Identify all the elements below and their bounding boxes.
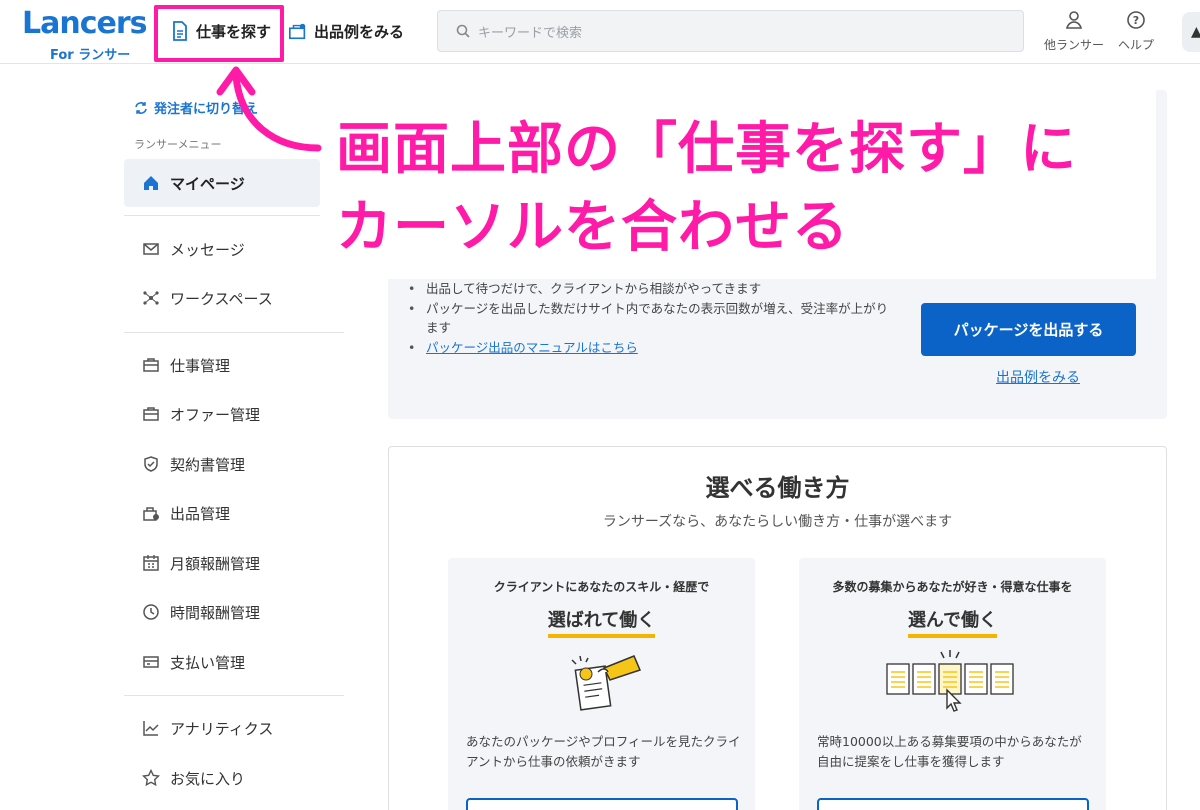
sidebar-item-contracts[interactable]: 契約書管理 xyxy=(142,452,245,476)
card-lead: クライアントにあなたのスキル・経歴で xyxy=(493,580,710,594)
other-lancer-button[interactable]: 他ランサー xyxy=(1044,10,1104,53)
briefcase-icon xyxy=(143,358,159,372)
search-placeholder: キーワードで検索 xyxy=(478,25,583,41)
lancers-logo[interactable]: Lancers For ランサー xyxy=(22,6,147,63)
help-icon: ? xyxy=(1127,11,1145,29)
user-icon xyxy=(1065,11,1083,29)
sidebar-item-listings[interactable]: 出品管理 xyxy=(142,501,230,525)
sidebar-item-hourly-pay[interactable]: 時間報酬管理 xyxy=(142,600,260,624)
card-lead: 多数の募集からあなたが好き・得意な仕事を xyxy=(832,580,1073,594)
nav-example-label: 出品例をみる xyxy=(314,22,405,41)
card-icon xyxy=(143,656,159,668)
sidebar-item-label: メッセージ xyxy=(170,240,245,259)
clock-icon xyxy=(143,604,159,620)
nav-listing-examples[interactable]: 出品例をみる xyxy=(288,10,404,52)
work-style-card-choose: 多数の募集からあなたが好き・得意な仕事を 選んで働く 常時10000以上ある募集… xyxy=(799,558,1106,810)
svg-text:?: ? xyxy=(1133,14,1139,27)
card-heading: 選んで働く xyxy=(799,606,1106,638)
package-bullets: 出品して待つだけで、クライアントから相談がやってきます パッケージを出品した数だ… xyxy=(408,279,896,358)
annotation-text: カーソルを合わせる xyxy=(336,195,849,260)
sidebar-divider xyxy=(124,332,344,333)
help-label: ヘルプ xyxy=(1118,38,1155,52)
listing-example-link[interactable]: 出品例をみる xyxy=(996,367,1080,387)
work-style-card-chosen: クライアントにあなたのスキル・経歴で 選ばれて働く あなたのパッケージやプロフィ… xyxy=(448,558,755,810)
calendar-icon xyxy=(143,555,159,571)
shop-bag-icon xyxy=(288,20,308,42)
sidebar-item-label: マイページ xyxy=(170,174,245,193)
handshake-document-icon xyxy=(448,646,755,718)
sidebar-item-label: ワークスペース xyxy=(170,289,273,308)
sidebar-item-offers[interactable]: オファー管理 xyxy=(142,402,260,426)
work-style-title: 選べる働き方 xyxy=(705,474,850,502)
sidebar-divider xyxy=(124,695,344,696)
card-action-button[interactable] xyxy=(466,798,738,810)
list-item: パッケージを出品した数だけサイト内であなたの表示回数が増え、受注率が上がります xyxy=(408,299,896,338)
switch-icon xyxy=(135,101,147,114)
card-heading: 選ばれて働く xyxy=(448,606,755,638)
bell-icon: ▲ xyxy=(1191,24,1200,40)
sidebar-item-jobs[interactable]: 仕事管理 xyxy=(142,353,230,377)
publish-package-button[interactable]: パッケージを出品する xyxy=(921,303,1136,356)
sidebar-item-label: 仕事管理 xyxy=(170,356,231,375)
sidebar-item-label: 月額報酬管理 xyxy=(170,554,261,573)
menu-caption: ランサーメニュー xyxy=(134,138,222,151)
card-body: 常時10000以上ある募集要項の中からあなたが自由に提案をし仕事を獲得します xyxy=(817,734,1082,769)
sidebar-item-payments[interactable]: 支払い管理 xyxy=(142,650,245,674)
sidebar-divider xyxy=(124,215,344,216)
card-action-button[interactable] xyxy=(817,798,1089,810)
logo-subtitle: For ランサー xyxy=(50,48,131,63)
logo-wordmark: Lancers xyxy=(22,6,147,41)
sidebar-item-label: オファー管理 xyxy=(170,405,261,424)
package-manual-link[interactable]: パッケージ出品のマニュアルはこちら xyxy=(426,340,638,355)
chart-icon xyxy=(143,721,159,736)
card-body: あなたのパッケージやプロフィールを見たクライアントから仕事の依頼がきます xyxy=(466,734,741,769)
search-icon xyxy=(456,24,470,38)
help-button[interactable]: ? ヘルプ xyxy=(1118,10,1154,53)
list-item: 出品して待つだけで、クライアントから相談がやってきます xyxy=(408,279,896,299)
top-header: Lancers For ランサー 仕事を探す 出品例をみる キーワードで検索 他… xyxy=(0,0,1200,64)
sidebar-item-monthly-pay[interactable]: 月額報酬管理 xyxy=(142,551,260,575)
sidebar-item-label: アナリティクス xyxy=(170,719,274,738)
work-style-subtitle: ランサーズなら、あなたらしい働き方・仕事が選べます xyxy=(602,514,953,530)
sidebar-item-label: 契約書管理 xyxy=(170,455,246,474)
sidebar-item-label: 時間報酬管理 xyxy=(170,603,261,622)
workspace-icon xyxy=(143,291,159,305)
mail-icon xyxy=(143,243,159,255)
documents-cursor-icon xyxy=(799,646,1106,718)
sidebar-item-mypage[interactable]: マイページ xyxy=(124,159,320,207)
star-icon xyxy=(142,769,160,787)
annotation-arrow-icon xyxy=(216,66,322,152)
sidebar-item-label: 支払い管理 xyxy=(170,653,246,672)
sidebar-item-workspace[interactable]: ワークスペース xyxy=(142,286,273,310)
annotation-highlight-box xyxy=(154,5,284,62)
annotation-text: 画面上部の「仕事を探す」に xyxy=(336,117,1077,182)
page-root: Lancers For ランサー 仕事を探す 出品例をみる キーワードで検索 他… xyxy=(0,0,1200,810)
search-input[interactable]: キーワードで検索 xyxy=(437,10,1024,52)
list-item: パッケージ出品のマニュアルはこちら xyxy=(408,338,896,358)
home-icon xyxy=(144,176,158,190)
sidebar-item-label: お気に入り xyxy=(170,769,246,788)
other-lancer-label: 他ランサー xyxy=(1044,38,1105,52)
shield-icon xyxy=(144,456,158,472)
sidebar-item-message[interactable]: メッセージ xyxy=(142,237,245,261)
sidebar: 発注者に切り替え ランサーメニュー マイページ メッセージ ワークスペース 仕事… xyxy=(124,64,344,810)
sidebar-item-favorites[interactable]: お気に入り xyxy=(142,766,245,790)
offer-icon xyxy=(143,407,159,421)
sidebar-item-label: 出品管理 xyxy=(170,504,231,523)
store-icon xyxy=(143,507,159,521)
sidebar-item-analytics[interactable]: アナリティクス xyxy=(142,716,273,740)
